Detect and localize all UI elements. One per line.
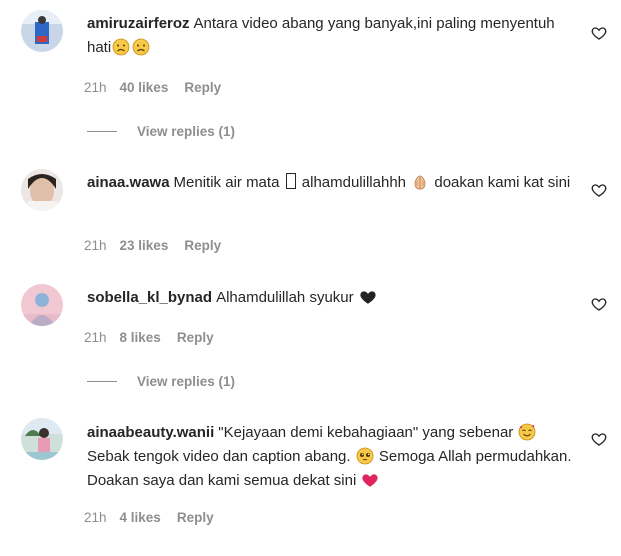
divider-line — [87, 380, 117, 382]
sad-face-emoji — [132, 38, 150, 56]
comment-likes[interactable]: 23 likes — [120, 238, 169, 253]
like-heart-icon[interactable] — [591, 431, 607, 447]
comment-likes[interactable]: 40 likes — [120, 80, 169, 95]
comment-time: 21h — [84, 330, 107, 345]
comment-meta: 21h 4 likes Reply — [84, 510, 214, 525]
smiling-hearts-emoji — [518, 423, 536, 441]
comment-body: Alhamdulillah syukur — [216, 289, 354, 306]
divider-line — [87, 130, 117, 132]
comment-meta: 21h 8 likes Reply — [84, 330, 214, 345]
comment-body-cont: Sebak tengok video dan caption abang. — [87, 448, 351, 465]
comment-body: Menitik air mata — [173, 174, 280, 191]
avatar[interactable] — [21, 169, 63, 211]
comment-text: amiruzairferoz Antara video abang yang ba… — [87, 12, 572, 60]
comment-time: 21h — [84, 238, 107, 253]
reply-button[interactable]: Reply — [177, 330, 214, 345]
avatar[interactable] — [21, 10, 63, 52]
comment-time: 21h — [84, 80, 107, 95]
comment-time: 21h — [84, 510, 107, 525]
comment-body: "Kejayaan demi kebahagiaan" yang sebenar — [218, 424, 514, 441]
avatar[interactable] — [21, 418, 63, 460]
comment-meta: 21h 40 likes Reply — [84, 80, 221, 95]
comment-username[interactable]: ainaa.wawa — [87, 174, 170, 191]
missing-glyph-icon — [285, 173, 296, 189]
comment-body-cont: alhamdulillahhh — [301, 174, 407, 191]
comment-username[interactable]: sobella_kl_bynad — [87, 289, 212, 306]
view-replies-label: View replies (1) — [137, 374, 236, 389]
like-heart-icon[interactable] — [591, 296, 607, 312]
comment-likes[interactable]: 8 likes — [120, 330, 161, 345]
avatar[interactable] — [21, 284, 63, 326]
comment-text: sobella_kl_bynad Alhamdulillah syukur — [87, 286, 572, 310]
praying-hands-emoji — [411, 173, 429, 191]
comment-username[interactable]: amiruzairferoz — [87, 15, 190, 32]
pleading-face-emoji — [356, 447, 374, 465]
comment-username[interactable]: ainaabeauty.wanii — [87, 424, 214, 441]
reply-button[interactable]: Reply — [177, 510, 214, 525]
comment-meta: 21h 23 likes Reply — [84, 238, 221, 253]
view-replies-label: View replies (1) — [137, 124, 236, 139]
red-heart-emoji — [361, 471, 379, 489]
sad-face-emoji — [112, 38, 130, 56]
black-heart-emoji — [359, 288, 377, 306]
view-replies-button[interactable]: View replies (1) — [87, 374, 235, 389]
comment-text: ainaabeauty.wanii "Kejayaan demi kebahagi… — [87, 421, 572, 493]
view-replies-button[interactable]: View replies (1) — [87, 124, 235, 139]
like-heart-icon[interactable] — [591, 25, 607, 41]
comment-body-end: doakan kami kat sini — [434, 174, 571, 191]
like-heart-icon[interactable] — [591, 182, 607, 198]
reply-button[interactable]: Reply — [184, 80, 221, 95]
reply-button[interactable]: Reply — [184, 238, 221, 253]
comment-likes[interactable]: 4 likes — [120, 510, 161, 525]
comment-text: ainaa.wawa Menitik air mata alhamdulillah… — [87, 171, 572, 195]
